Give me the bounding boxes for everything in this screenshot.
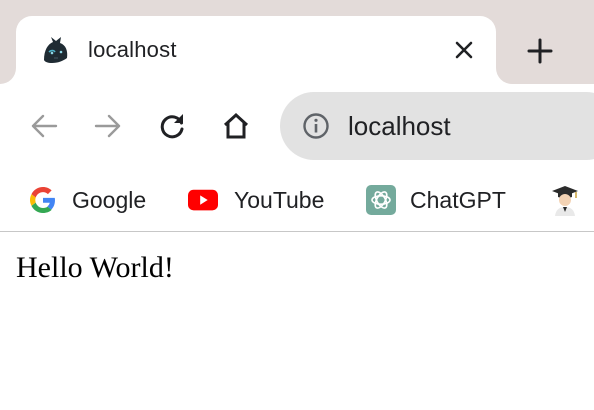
toolbar	[0, 84, 594, 168]
graduate-avatar-icon	[550, 185, 580, 216]
info-icon[interactable]	[302, 112, 330, 140]
panther-icon	[40, 34, 72, 66]
arrow-left-icon	[31, 114, 58, 138]
page-content: Hello World!	[0, 233, 594, 410]
bookmark-youtube[interactable]: YouTube	[188, 183, 324, 217]
bookmark-chatgpt[interactable]: ChatGPT	[366, 183, 506, 217]
forward-button[interactable]	[90, 108, 126, 144]
arrow-right-icon	[94, 114, 121, 138]
new-tab-button[interactable]	[523, 34, 557, 68]
reload-button[interactable]	[154, 108, 190, 144]
active-tab[interactable]: localhost	[16, 16, 496, 84]
address-bar[interactable]	[280, 92, 594, 160]
tab-strip: localhost	[0, 0, 594, 84]
bookmarks-bar: Google YouTube ChatGPT	[0, 168, 594, 232]
google-icon	[28, 185, 58, 215]
url-input[interactable]	[348, 111, 588, 142]
tab-corner-left	[0, 68, 16, 84]
youtube-icon	[188, 185, 218, 215]
page-text: Hello World!	[16, 251, 174, 284]
home-button[interactable]	[218, 108, 254, 144]
bookmark-label: YouTube	[234, 186, 325, 213]
bookmark-google[interactable]: Google	[28, 183, 146, 217]
tab-title: localhost	[88, 37, 177, 62]
back-button[interactable]	[26, 108, 62, 144]
plus-icon	[527, 38, 553, 64]
chatgpt-icon	[366, 185, 396, 215]
tab-corner-right	[496, 68, 512, 84]
bookmark-label: Google	[72, 186, 147, 213]
bookmark-graduate[interactable]	[550, 183, 580, 217]
home-icon	[223, 112, 249, 139]
bookmark-label: ChatGPT	[410, 186, 506, 213]
reload-icon	[160, 114, 184, 139]
close-icon[interactable]	[450, 36, 478, 64]
